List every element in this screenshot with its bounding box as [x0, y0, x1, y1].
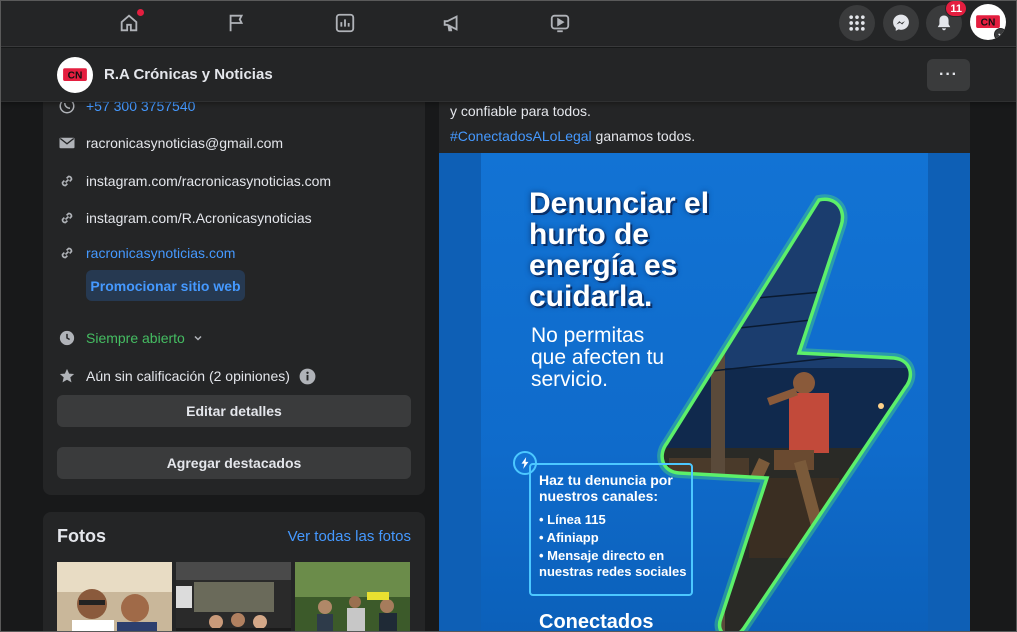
notifications-count-badge: 11 — [945, 0, 967, 17]
brand-logo-icon — [839, 621, 879, 632]
photos-card: Fotos Ver todas las fotos — [43, 512, 425, 632]
flag-icon[interactable] — [221, 8, 253, 38]
home-icon[interactable] — [113, 8, 145, 38]
post-text-rest: ganamos todos. — [591, 128, 696, 144]
see-all-photos-link[interactable]: Ver todas las fotos — [288, 528, 411, 545]
cn-logo-icon: CN — [58, 58, 92, 92]
menu-grid-button[interactable] — [839, 5, 875, 41]
promote-website-button[interactable]: Promocionar sitio web — [86, 270, 245, 301]
post-image[interactable]: Denunciar el hurto de energía es cuidarl… — [439, 153, 970, 632]
photo-thumbnail[interactable] — [57, 562, 172, 632]
link-icon — [57, 243, 77, 263]
channel-item: • Línea 115 — [539, 512, 606, 527]
grid-icon — [849, 15, 865, 31]
link-icon — [57, 208, 77, 228]
clock-icon — [57, 328, 77, 348]
report-channels-title: Haz tu denuncia por nuestros canales: — [539, 472, 673, 504]
image-footer-text: Conectados — [539, 611, 654, 632]
image-subline: No permitas que afecten tu servicio. — [531, 324, 665, 391]
chevron-down-icon[interactable] — [193, 333, 203, 343]
svg-text:CN: CN — [68, 70, 83, 81]
photo-thumbnail[interactable] — [295, 562, 410, 632]
svg-text:CN: CN — [981, 17, 996, 28]
instagram-link-2[interactable]: instagram.com/R.Acronicasynoticias — [86, 210, 312, 226]
post-card: y confiable para todos. #ConectadosALoLe… — [439, 70, 970, 632]
messenger-icon — [893, 14, 909, 31]
megaphone-icon[interactable] — [436, 8, 468, 38]
instagram-row-2: instagram.com/R.Acronicasynoticias — [57, 208, 312, 228]
rating-text: Aún sin calificación (2 opiniones) — [86, 368, 290, 384]
image-left-band — [439, 153, 481, 632]
hours-text[interactable]: Siempre abierto — [86, 330, 185, 346]
profile-avatar[interactable]: CN — [970, 4, 1006, 40]
email-row: racronicasynoticias@gmail.com — [57, 133, 283, 153]
post-text-line-2: #ConectadosALoLegal ganamos todos. — [450, 128, 695, 144]
image-headline: Denunciar el hurto de energía es cuidarl… — [529, 187, 710, 313]
hashtag-link[interactable]: #ConectadosALoLegal — [450, 128, 592, 144]
instagram-link-1[interactable]: instagram.com/racronicasynoticias.com — [86, 173, 331, 189]
report-channels-box: Haz tu denuncia por nuestros canales: • … — [529, 463, 693, 596]
image-right-band — [928, 153, 970, 632]
add-featured-button[interactable]: Agregar destacados — [57, 447, 411, 479]
photo-thumbnail[interactable] — [176, 562, 291, 632]
edit-details-button[interactable]: Editar detalles — [57, 395, 411, 427]
rating-row: Aún sin calificación (2 opiniones) — [57, 366, 317, 386]
mail-icon — [57, 133, 77, 153]
star-icon — [57, 366, 77, 386]
more-options-button[interactable]: ··· — [927, 59, 970, 91]
info-icon[interactable] — [298, 367, 317, 386]
page-name[interactable]: R.A Crónicas y Noticias — [104, 66, 273, 83]
home-notification-dot — [137, 9, 144, 16]
website-row: racronicasynoticias.com — [57, 243, 235, 263]
page-header-bar: CN R.A Crónicas y Noticias ··· — [0, 48, 1017, 102]
email-text: racronicasynoticias@gmail.com — [86, 135, 284, 151]
messenger-button[interactable] — [883, 5, 919, 41]
video-icon[interactable] — [544, 8, 576, 38]
report-channels-list: • Línea 115 • Afiniapp • Mensaje directo… — [539, 512, 691, 580]
channel-item: • Mensaje directo en nuestras redes soci… — [539, 548, 687, 579]
insights-icon[interactable] — [329, 8, 361, 38]
chevron-down-icon — [994, 28, 1006, 40]
website-link[interactable]: racronicasynoticias.com — [86, 245, 235, 261]
hours-row: Siempre abierto — [57, 328, 203, 348]
top-navigation: 11 CN — [0, 0, 1017, 47]
link-icon — [57, 171, 77, 191]
photos-title: Fotos — [57, 526, 106, 546]
channel-item: • Afiniapp — [539, 530, 599, 545]
notifications-button[interactable]: 11 — [926, 0, 967, 41]
instagram-row-1: instagram.com/racronicasynoticias.com — [57, 171, 331, 191]
post-text-line-1: y confiable para todos. — [450, 103, 591, 119]
page-avatar[interactable]: CN — [57, 57, 93, 93]
